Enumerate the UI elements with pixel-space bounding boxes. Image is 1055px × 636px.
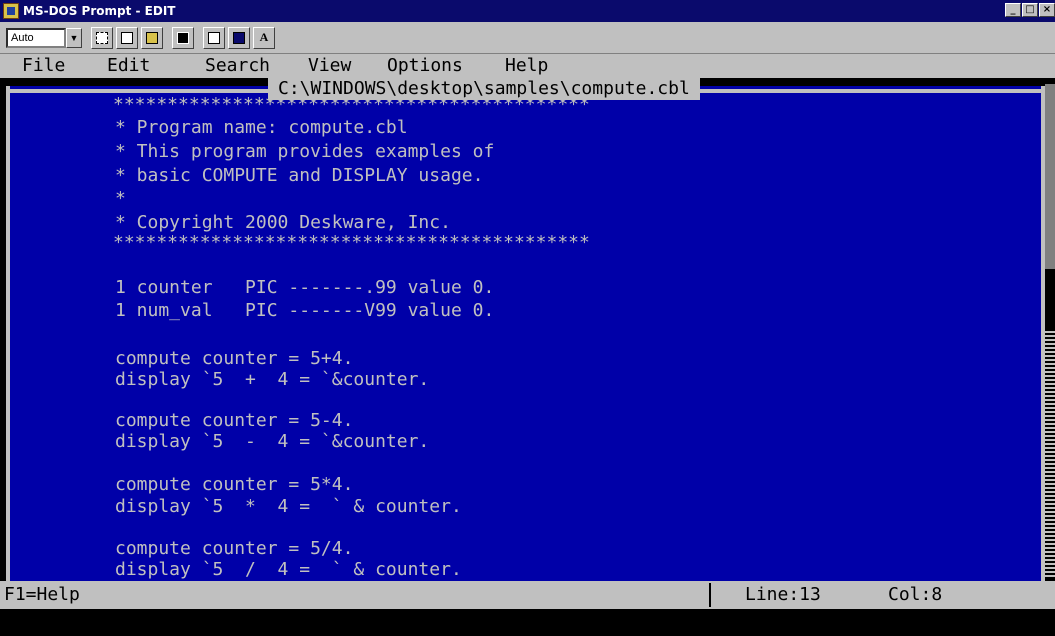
- code-line: ****************************************…: [113, 232, 590, 253]
- close-button[interactable]: ×: [1039, 3, 1055, 17]
- code-line: * basic COMPUTE and DISPLAY usage.: [115, 165, 484, 186]
- help-hint: F1=Help: [4, 584, 80, 605]
- background-button[interactable]: [228, 26, 250, 49]
- title-bar: MS-DOS Prompt - EDIT _ □ ×: [0, 0, 1055, 22]
- code-line: compute counter = 5-4.: [115, 410, 354, 431]
- copy-icon: [121, 31, 133, 44]
- paste-icon: [146, 31, 158, 44]
- fullscreen-icon: [177, 31, 189, 44]
- properties-icon: [208, 31, 220, 44]
- code-line: compute counter = 5*4.: [115, 474, 354, 495]
- menu-options[interactable]: Options: [387, 56, 463, 76]
- scrollbar-track[interactable]: [1045, 329, 1055, 578]
- menu-file[interactable]: File: [22, 56, 65, 76]
- line-indicator: Line:13: [745, 584, 821, 605]
- menu-edit[interactable]: Edit: [107, 56, 150, 76]
- menu-view[interactable]: View: [308, 56, 351, 76]
- menu-search[interactable]: Search: [205, 56, 270, 76]
- maximize-button[interactable]: □: [1022, 3, 1038, 17]
- font-button[interactable]: A: [253, 26, 275, 49]
- mark-button[interactable]: [91, 26, 113, 49]
- code-line: compute counter = 5+4.: [115, 348, 354, 369]
- editor-window[interactable]: C:\WINDOWS\desktop\samples\compute.cbl *…: [0, 78, 1051, 636]
- mark-icon: [96, 31, 108, 44]
- status-divider: [709, 583, 711, 607]
- code-line: * Program name: compute.cbl: [115, 117, 408, 138]
- code-line: display `5 - 4 = `&counter.: [115, 431, 430, 452]
- scrollbar-thumb[interactable]: [1045, 269, 1055, 329]
- menu-bar: File Edit Search View Options Help: [0, 54, 1055, 78]
- code-line: 1 counter PIC -------.99 value 0.: [115, 277, 495, 298]
- code-line: 1 num_val PIC -------V99 value 0.: [115, 300, 495, 321]
- menu-help[interactable]: Help: [505, 56, 548, 76]
- code-line: ****************************************…: [113, 94, 590, 115]
- copy-button[interactable]: [116, 26, 138, 49]
- code-line: display `5 * 4 = ` & counter.: [115, 496, 462, 517]
- minimize-button[interactable]: _: [1005, 3, 1021, 17]
- code-line: display `5 + 4 = `&counter.: [115, 369, 430, 390]
- background-icon: [233, 31, 245, 44]
- code-line: * Copyright 2000 Deskware, Inc.: [115, 212, 451, 233]
- code-line: compute counter = 5/4.: [115, 538, 354, 559]
- code-line: *: [115, 188, 126, 209]
- status-bar: F1=Help Line:13 Col:8: [0, 581, 1055, 609]
- code-line: * This program provides examples of: [115, 141, 495, 162]
- ms-dos-icon[interactable]: [3, 3, 19, 19]
- properties-button[interactable]: [203, 26, 225, 49]
- window-title: MS-DOS Prompt - EDIT: [23, 4, 176, 18]
- dos-screen[interactable]: File Edit Search View Options Help C:\WI…: [0, 54, 1055, 609]
- column-indicator: Col:8: [888, 584, 943, 605]
- toolbar: Auto ▼ A: [0, 22, 1055, 54]
- window-controls: _ □ ×: [1005, 3, 1055, 17]
- fullscreen-button[interactable]: [172, 26, 194, 49]
- paste-button[interactable]: [141, 26, 163, 49]
- code-line: display `5 / 4 = ` & counter.: [115, 559, 462, 580]
- chevron-down-icon[interactable]: ▼: [66, 27, 82, 48]
- font-size-select[interactable]: Auto: [6, 27, 66, 48]
